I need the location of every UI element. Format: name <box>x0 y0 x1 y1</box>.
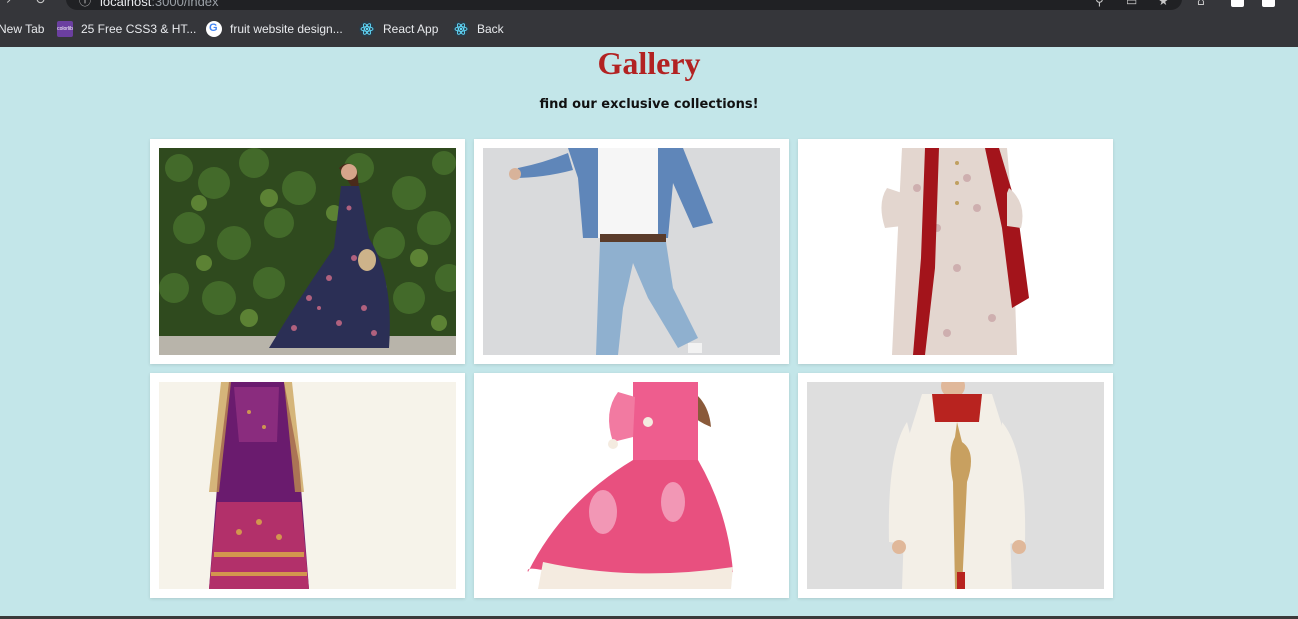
bookmark-label: New Tab <box>0 22 45 36</box>
denim-shirt-jeans-photo[interactable] <box>483 148 780 355</box>
floral-maxi-dress-photo[interactable] <box>159 148 456 355</box>
colorlib-icon: colorlib <box>57 21 73 37</box>
bookmark-label: Back <box>477 22 504 36</box>
gallery-card[interactable] <box>798 373 1113 598</box>
browser-chrome: › ↻ ⓘ localhost:3000/index ⚲ ▭ ★ ⌂ New T… <box>0 0 1298 47</box>
extension-icon[interactable] <box>1231 0 1244 7</box>
google-icon <box>206 21 222 37</box>
page-title: Gallery <box>597 45 701 81</box>
profile-icon[interactable] <box>1262 0 1275 7</box>
url-text[interactable]: localhost:3000/index <box>100 0 219 9</box>
bookmark-new-tab[interactable]: New Tab <box>0 18 44 40</box>
forward-icon[interactable]: › <box>6 0 11 8</box>
gallery-card[interactable] <box>150 139 465 364</box>
gallery-card[interactable] <box>474 139 789 364</box>
purple-lehenga-photo[interactable] <box>159 382 456 589</box>
bookmark-fruit-website[interactable]: fruit website design... <box>206 18 343 40</box>
sherwani-with-red-dupatta-photo[interactable] <box>807 148 1104 355</box>
page-subtitle: find our exclusive collections! <box>539 97 759 112</box>
address-bar[interactable] <box>66 0 1182 10</box>
gallery-card[interactable] <box>474 373 789 598</box>
bookmark-css3-templates[interactable]: colorlib 25 Free CSS3 & HT... <box>57 18 196 40</box>
kids-white-sherwani-photo[interactable] <box>807 382 1104 589</box>
home-icon[interactable]: ⌂ <box>1197 0 1209 7</box>
react-icon <box>453 21 469 37</box>
react-icon <box>359 21 375 37</box>
bookmark-label: fruit website design... <box>230 22 343 36</box>
toolbar: › ↻ ⓘ localhost:3000/index ⚲ ▭ ★ ⌂ <box>0 0 1298 11</box>
bookmarks-bar: New Tab colorlib 25 Free CSS3 & HT... fr… <box>0 18 1298 40</box>
bookmark-react-app[interactable]: React App <box>359 18 438 40</box>
site-info-icon[interactable]: ⓘ <box>79 0 91 7</box>
bookmark-label: 25 Free CSS3 & HT... <box>81 22 197 36</box>
gallery-card[interactable] <box>150 373 465 598</box>
search-lens-icon[interactable]: ⚲ <box>1095 0 1107 7</box>
pink-princess-dress-photo[interactable] <box>483 382 780 589</box>
reload-icon[interactable]: ↻ <box>35 0 46 8</box>
bookmark-label: React App <box>383 22 439 36</box>
bookmark-back[interactable]: Back <box>453 18 504 40</box>
install-app-icon[interactable]: ▭ <box>1126 0 1138 7</box>
gallery-grid <box>150 139 1113 598</box>
gallery-card[interactable] <box>798 139 1113 364</box>
bookmark-star-icon[interactable]: ★ <box>1158 0 1170 7</box>
